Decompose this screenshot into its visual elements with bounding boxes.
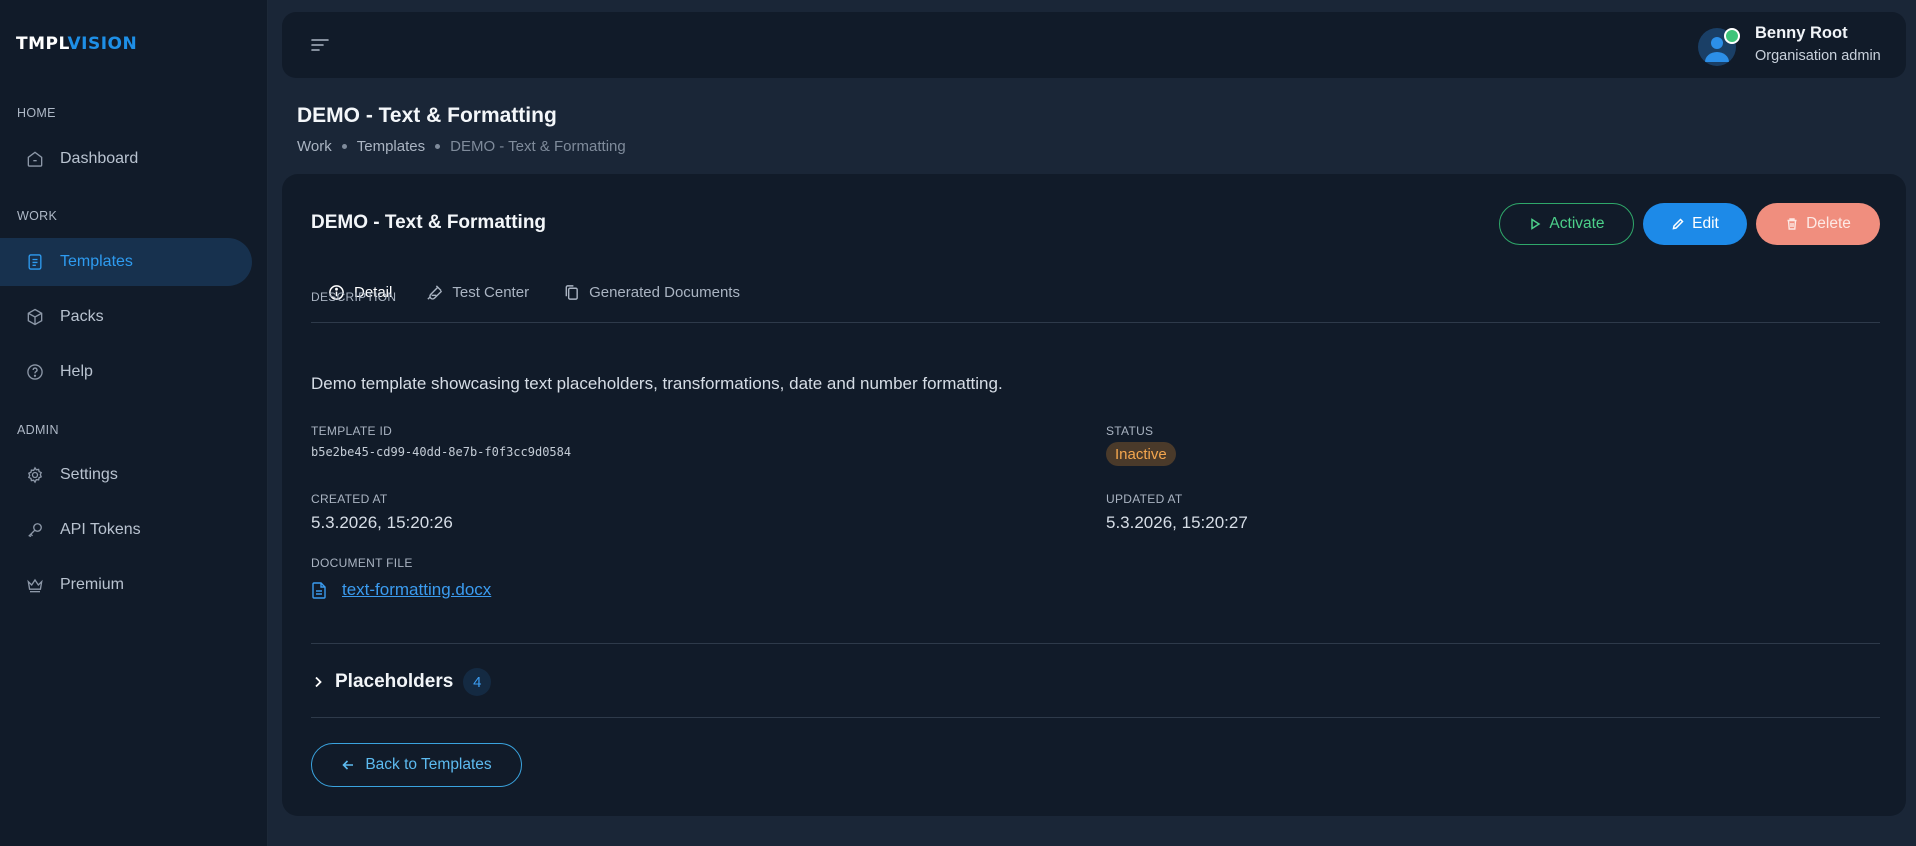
sidebar-item-label: Help <box>60 363 93 380</box>
breadcrumb-work[interactable]: Work <box>297 138 332 155</box>
app-logo[interactable]: TMPLVISION <box>16 34 137 54</box>
copy-icon <box>565 285 578 300</box>
online-status-indicator <box>1724 28 1740 44</box>
document-file: text-formatting.docx <box>311 580 491 600</box>
breadcrumb-separator <box>341 144 347 149</box>
sidebar-section-work: WORK <box>17 209 58 223</box>
template-detail-card: DEMO - Text & Formatting Activate Edit D… <box>282 174 1906 816</box>
tab-label: Test Center <box>452 284 530 301</box>
document-file-label: DOCUMENT FILE <box>311 556 413 570</box>
sidebar-section-admin: ADMIN <box>17 423 59 437</box>
arrow-left-icon <box>342 760 354 770</box>
breadcrumb: Work Templates DEMO - Text & Formatting <box>297 138 626 155</box>
sidebar-item-settings[interactable]: Settings <box>0 451 252 499</box>
template-id-label: TEMPLATE ID <box>311 424 393 438</box>
tab-test-center[interactable]: Test Center <box>426 284 529 301</box>
edit-button[interactable]: Edit <box>1643 203 1747 245</box>
sidebar-item-help[interactable]: Help <box>0 348 252 396</box>
chevron-right-icon <box>315 676 322 688</box>
sidebar-item-label: Settings <box>60 466 118 483</box>
placeholders-toggle[interactable]: Placeholders 4 <box>311 668 492 696</box>
section-divider <box>311 717 1880 718</box>
template-id-value: b5e2be45-cd99-40dd-8e7b-f0f3cc9d0584 <box>311 445 572 459</box>
crown-icon <box>24 574 46 596</box>
key-icon <box>24 519 46 541</box>
document-icon <box>24 251 46 273</box>
status-badge: Inactive <box>1106 442 1176 466</box>
status-label: STATUS <box>1106 424 1154 438</box>
description-label: DESCRIPTION <box>311 290 397 304</box>
back-to-templates-button[interactable]: Back to Templates <box>311 743 522 787</box>
back-label: Back to Templates <box>365 756 492 773</box>
sidebar-item-dashboard[interactable]: Dashboard <box>0 135 252 183</box>
sidebar-item-label: Packs <box>60 308 104 325</box>
user-name: Benny Root <box>1755 24 1848 42</box>
sidebar-item-premium[interactable]: Premium <box>0 561 252 609</box>
help-icon <box>24 361 46 383</box>
card-title: DEMO - Text & Formatting <box>311 212 547 233</box>
updated-at-label: UPDATED AT <box>1106 492 1183 506</box>
breadcrumb-separator <box>435 144 441 149</box>
home-icon <box>24 148 46 170</box>
sidebar-item-templates[interactable]: Templates <box>0 238 252 286</box>
delete-button[interactable]: Delete <box>1756 203 1880 245</box>
flask-icon <box>427 285 443 300</box>
sidebar-section-home: HOME <box>17 106 56 120</box>
section-divider <box>311 643 1880 644</box>
breadcrumb-templates[interactable]: Templates <box>357 138 425 155</box>
sidebar-item-label: Templates <box>60 253 133 270</box>
sidebar-item-packs[interactable]: Packs <box>0 293 252 341</box>
placeholders-label: Placeholders <box>335 671 454 692</box>
logo-part-2: VISION <box>67 34 138 54</box>
sidebar: TMPLVISION HOME Dashboard WORK Templates… <box>0 0 268 846</box>
description-value: Demo template showcasing text placeholde… <box>311 374 1003 393</box>
cube-icon <box>24 306 46 328</box>
sidebar-item-label: Dashboard <box>60 150 139 167</box>
page-title: DEMO - Text & Formatting <box>297 104 557 127</box>
delete-label: Delete <box>1806 215 1851 232</box>
created-at-label: CREATED AT <box>311 492 388 506</box>
file-icon <box>312 582 326 599</box>
pencil-icon <box>1672 218 1684 230</box>
tab-label: Generated Documents <box>589 284 740 301</box>
activate-button[interactable]: Activate <box>1499 203 1634 245</box>
gear-icon <box>24 464 46 486</box>
created-at-value: 5.3.2026, 15:20:26 <box>311 513 453 532</box>
document-file-link[interactable]: text-formatting.docx <box>342 580 491 600</box>
placeholders-count-badge: 4 <box>463 668 492 696</box>
activate-label: Activate <box>1549 215 1605 232</box>
tab-divider <box>311 322 1880 323</box>
menu-toggle-icon[interactable] <box>310 36 330 54</box>
sidebar-item-api-tokens[interactable]: API Tokens <box>0 506 252 554</box>
top-bar: Benny Root Organisation admin <box>282 12 1906 78</box>
trash-icon <box>1787 218 1797 230</box>
sidebar-item-label: Premium <box>60 576 125 593</box>
edit-label: Edit <box>1692 215 1719 232</box>
updated-at-value: 5.3.2026, 15:20:27 <box>1106 513 1248 532</box>
logo-part-1: TMPL <box>16 34 68 54</box>
sidebar-item-label: API Tokens <box>60 521 141 538</box>
play-icon <box>1531 218 1541 230</box>
user-role: Organisation admin <box>1755 48 1881 64</box>
breadcrumb-current: DEMO - Text & Formatting <box>450 138 626 155</box>
tab-generated-documents[interactable]: Generated Documents <box>563 284 740 301</box>
